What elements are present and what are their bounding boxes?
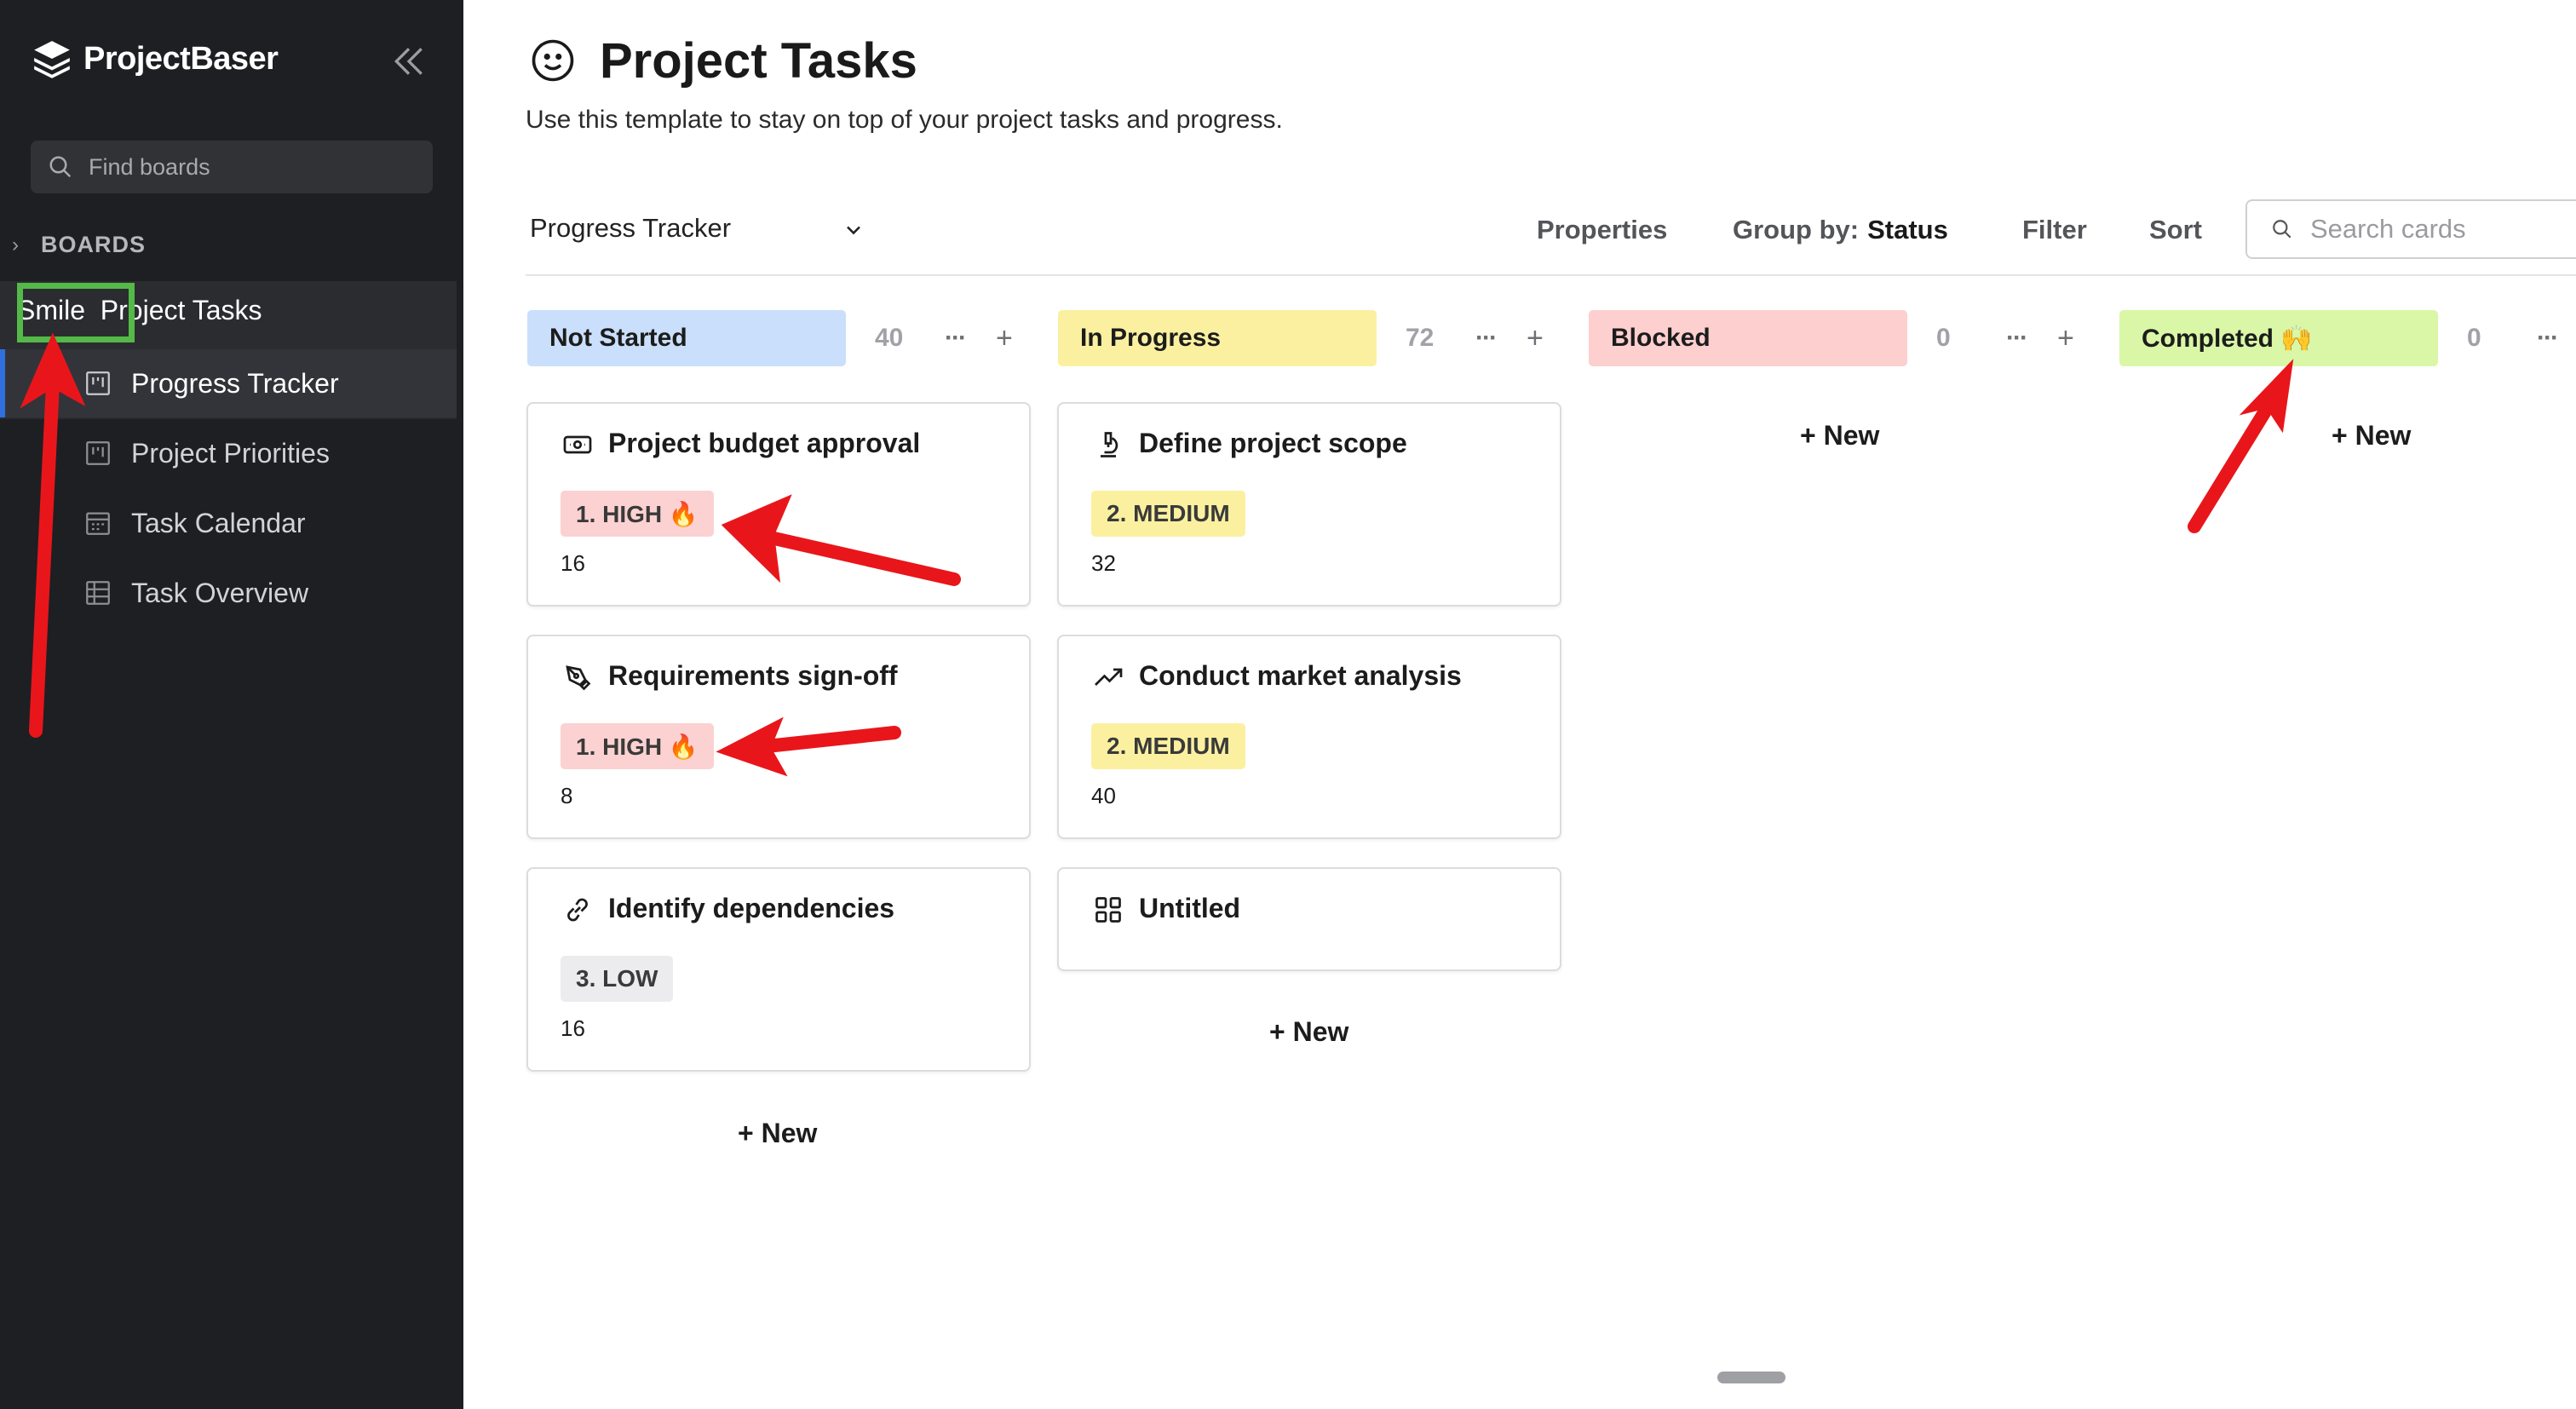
card-value: 40 — [1091, 783, 1116, 808]
search-icon — [2273, 220, 2291, 239]
priority-tag: 1. HIGH 🔥 — [561, 491, 714, 537]
find-boards-input[interactable]: Find boards — [31, 141, 433, 193]
sidebar-item-task-overview[interactable]: Task Overview — [0, 559, 457, 627]
column-count: 40 — [875, 324, 904, 352]
column-title[interactable]: In Progress — [1058, 310, 1377, 366]
toolbar-divider — [526, 274, 2576, 276]
sidebar-item-project-priorities[interactable]: Project Priorities — [0, 419, 457, 487]
find-boards-placeholder: Find boards — [89, 153, 210, 180]
column-header-completed: Completed 🙌 0 ··· — [2119, 310, 2559, 366]
column-count: 72 — [1406, 324, 1435, 352]
board-icon — [86, 441, 110, 465]
more-options-icon[interactable]: ··· — [1475, 324, 1498, 353]
chevron-right-icon: › — [12, 233, 19, 256]
view-selector[interactable]: Progress Tracker — [530, 213, 860, 244]
add-card-icon[interactable]: + — [2057, 322, 2074, 355]
sidebar-item-task-calendar[interactable]: Task Calendar — [0, 489, 457, 557]
card-value: 32 — [1091, 550, 1116, 576]
group-by-label: Group by: — [1733, 215, 1860, 244]
card-requirements-sign-off[interactable]: Requirements sign-off 1. HIGH 🔥 8 — [526, 635, 1031, 839]
column-header-in-progress: In Progress 72 ··· + — [1058, 310, 1544, 366]
sidebar-item-label: Task Calendar — [131, 507, 306, 538]
boards-section-label: BOARDS — [41, 232, 147, 257]
collapse-sidebar-icon[interactable] — [390, 43, 428, 80]
card-title: Requirements sign-off — [608, 660, 898, 691]
add-card-icon[interactable]: + — [1527, 322, 1544, 355]
new-card-button[interactable]: + New — [2332, 420, 2411, 451]
card-value: 16 — [561, 1015, 585, 1041]
chevron-down-icon — [847, 226, 860, 235]
card-value: 16 — [561, 550, 585, 576]
card-identify-dependencies[interactable]: Identify dependencies 3. LOW 16 — [526, 867, 1031, 1072]
priority-tag: 1. HIGH 🔥 — [561, 723, 714, 769]
money-icon — [563, 435, 592, 454]
priority-tag: 2. MEDIUM — [1091, 723, 1245, 769]
search-icon — [49, 156, 72, 178]
more-options-icon[interactable]: ··· — [945, 324, 967, 353]
search-cards-input[interactable]: Search cards — [2245, 199, 2576, 259]
view-selector-label: Progress Tracker — [530, 213, 732, 243]
priority-tag: 3. LOW — [561, 956, 674, 1002]
more-options-icon[interactable]: ··· — [2006, 324, 2028, 353]
grid-icon — [1095, 897, 1121, 923]
column-header-blocked: Blocked 0 ··· + — [1589, 310, 2074, 366]
smile-icon[interactable] — [530, 37, 576, 83]
logo-icon — [34, 41, 70, 78]
sidebar: ProjectBaser Find boards › BOARDS Smile … — [0, 0, 463, 1409]
table-icon — [86, 581, 110, 605]
microscope-icon — [1101, 432, 1118, 457]
page-description[interactable]: Use this template to stay on top of your… — [526, 106, 1283, 135]
pen-icon — [566, 665, 591, 691]
sort-button[interactable]: Sort — [2149, 215, 2202, 245]
trend-icon — [1095, 668, 1123, 686]
boards-section-toggle[interactable]: › BOARDS — [12, 232, 146, 258]
card-title: Project budget approval — [608, 428, 921, 458]
card-define-project-scope[interactable]: Define project scope 2. MEDIUM 32 — [1057, 402, 1561, 607]
card-title: Conduct market analysis — [1139, 660, 1462, 691]
brand-name: ProjectBaser — [83, 40, 279, 77]
column-header-not-started: Not Started 40 ··· + — [527, 310, 1013, 366]
filter-button[interactable]: Filter — [2022, 215, 2087, 245]
search-cards-placeholder: Search cards — [2310, 214, 2466, 244]
smile-highlight-box — [17, 283, 135, 342]
page-title[interactable]: Project Tasks — [600, 32, 917, 89]
group-by-value: Status — [1867, 215, 1948, 244]
card-conduct-market-analysis[interactable]: Conduct market analysis 2. MEDIUM 40 — [1057, 635, 1561, 839]
card-untitled[interactable]: Untitled — [1057, 867, 1561, 971]
calendar-icon — [86, 512, 110, 535]
card-title: Identify dependencies — [608, 893, 895, 923]
sidebar-item-label: Progress Tracker — [131, 367, 339, 399]
card-project-budget-approval[interactable]: Project budget approval 1. HIGH 🔥 16 — [526, 402, 1031, 607]
board-icon — [86, 371, 110, 395]
brand[interactable]: ProjectBaser — [31, 37, 279, 80]
card-value: 8 — [561, 783, 573, 808]
resize-handle[interactable] — [1717, 1372, 1785, 1383]
group-by-button[interactable]: Group by: Status — [1733, 215, 1948, 245]
new-card-button[interactable]: + New — [1800, 420, 1879, 451]
new-card-button[interactable]: + New — [738, 1118, 817, 1149]
sidebar-item-label: Task Overview — [131, 577, 309, 608]
main-content: Project Tasks Use this template to stay … — [463, 0, 2576, 1409]
add-card-icon[interactable]: + — [996, 322, 1013, 355]
column-title[interactable]: Completed 🙌 — [2119, 310, 2438, 366]
sidebar-item-label: Project Priorities — [131, 437, 330, 469]
sidebar-item-progress-tracker[interactable]: Progress Tracker — [0, 349, 457, 417]
more-options-icon[interactable]: ··· — [2537, 324, 2559, 353]
priority-tag: 2. MEDIUM — [1091, 491, 1245, 537]
column-title[interactable]: Blocked — [1589, 310, 1907, 366]
card-title: Define project scope — [1139, 428, 1407, 458]
card-title: Untitled — [1139, 893, 1241, 923]
new-card-button[interactable]: + New — [1269, 1016, 1348, 1048]
properties-button[interactable]: Properties — [1537, 215, 1667, 245]
column-title[interactable]: Not Started — [527, 310, 846, 366]
link-icon — [567, 898, 588, 922]
column-count: 0 — [1936, 324, 1951, 352]
column-count: 0 — [2467, 324, 2481, 352]
